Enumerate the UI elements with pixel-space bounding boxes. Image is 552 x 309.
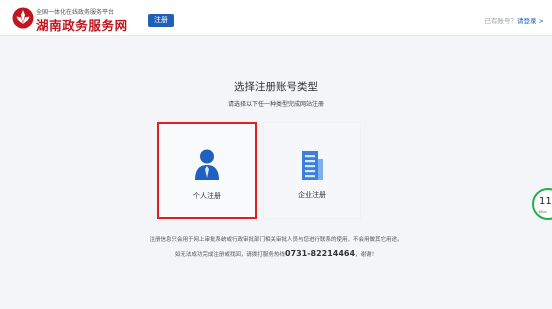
contact-line: 如无法成功完成注册或找回，请拨打服务热线0731-82214464，谢谢！: [0, 249, 552, 258]
contact-suffix: ，谢谢！: [355, 252, 378, 258]
speed-value: 11: [539, 196, 552, 207]
login-hint: 已有账号？请登录 >: [484, 15, 544, 25]
register-badge: 注册: [148, 14, 174, 27]
speed-unit: KB/s: [539, 210, 547, 214]
company-register-label: 企业注册: [298, 191, 326, 199]
personal-register-option[interactable]: 个人注册: [157, 122, 257, 219]
personal-register-label: 个人注册: [193, 192, 221, 200]
usage-notice: 注册信息只会用于网上审批系统或行政审批部门相关审批人员与您进行联系的使用，不会用…: [149, 237, 403, 243]
hotline-number: 0731-82214464: [284, 249, 356, 258]
top-header: 全国一体化在线政务服务平台 湖南政务服务网 注册 已有账号？请登录 >: [0, 0, 552, 36]
network-speed-widget[interactable]: 11 KB/s: [532, 188, 552, 220]
company-register-option[interactable]: 企业注册: [263, 122, 361, 219]
page-title: 选择注册账号类型: [234, 81, 318, 93]
contact-prefix: 如无法成功完成注册或找回，请拨打服务热线: [174, 252, 285, 258]
logo-icon: [12, 7, 34, 29]
logo-title[interactable]: 湖南政务服务网: [36, 15, 128, 34]
login-prompt: 已有账号？: [484, 17, 517, 25]
login-link[interactable]: 请登录 >: [517, 17, 544, 25]
page-subtitle: 请选择以下任一种类型完成网站注册: [227, 101, 324, 108]
building-icon: [302, 151, 323, 180]
person-icon: [195, 149, 219, 180]
